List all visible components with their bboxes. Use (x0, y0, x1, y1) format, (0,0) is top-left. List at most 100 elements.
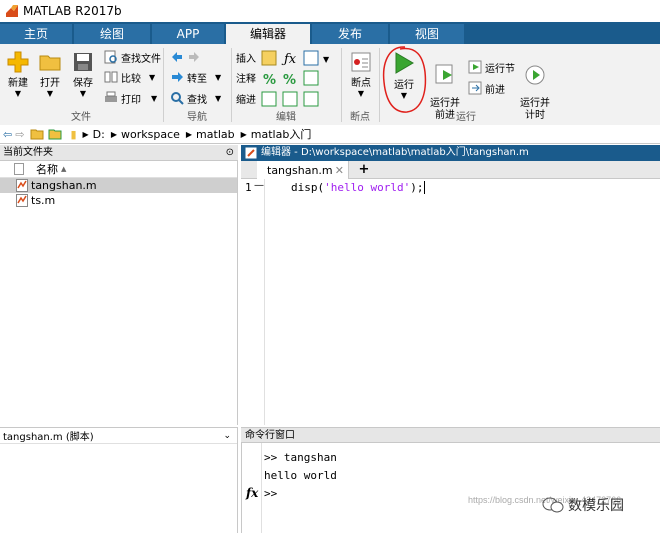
editor-tabs: tangshan.m ✕ + (241, 161, 660, 179)
tab-publish[interactable]: 发布 (312, 24, 388, 44)
indent-label: 缩进 (236, 91, 256, 106)
indent-button[interactable]: 缩进 (236, 89, 256, 107)
insert-button[interactable]: 插入 (236, 48, 256, 66)
details-header[interactable]: tangshan.m (脚本) ⌄ (0, 428, 237, 444)
arrow-left-icon (170, 50, 184, 64)
advance-label: 前进 (485, 81, 505, 96)
run-section-icon (468, 60, 482, 74)
advance-icon (468, 81, 482, 95)
file-list-header[interactable]: 名称 ▲ (0, 161, 237, 178)
code-string: 'hello world' (324, 181, 410, 194)
line-marker[interactable]: — (254, 180, 264, 191)
percent-icon: % (263, 73, 276, 88)
tab-home[interactable]: 主页 (0, 24, 72, 44)
run-advance-icon (433, 62, 457, 86)
folder-small-icon: ▮ (70, 128, 76, 141)
browse-folder-icon[interactable] (48, 128, 62, 140)
list-item[interactable]: ts.m (0, 193, 237, 208)
code-end: ); (410, 181, 423, 194)
command-window-title: 命令行窗口 (245, 430, 295, 441)
breakpoints-label: 断点 (346, 74, 376, 89)
goto-label: 转至 (187, 70, 207, 85)
group-label-edit: 编辑 (232, 111, 340, 125)
address-bar: ⇦ ⇨ ▮ ▶ D: ▶ workspace ▶ matlab ▶ matlab… (0, 125, 660, 144)
find-label: 查找 (187, 91, 207, 106)
compare-button[interactable]: 比较 ▼ (104, 68, 155, 86)
goto-button[interactable]: 转至 ▼ (170, 68, 221, 86)
column-name: 名称 (36, 161, 58, 177)
tab-view[interactable]: 视图 (390, 24, 464, 44)
fx-icon[interactable]: fx (246, 486, 258, 500)
editor-pen-icon (245, 147, 257, 159)
panel-menu-icon[interactable]: ⊙ (226, 145, 234, 161)
code-line[interactable]: disp('hello world'); (291, 181, 425, 194)
comment-button[interactable]: 注释 (236, 68, 256, 86)
find-button[interactable]: 查找 ▼ (170, 89, 221, 107)
path-part[interactable]: matlab (196, 128, 235, 141)
editor-tab-label: tangshan.m (267, 164, 333, 177)
find-files-icon (104, 50, 118, 64)
open-label: 打开 (36, 74, 64, 89)
tab-tangshan[interactable]: tangshan.m ✕ (257, 161, 349, 179)
details-title: tangshan.m (脚本) (3, 428, 94, 443)
path-separator-icon: ▶ (241, 130, 247, 139)
nav-back-forward[interactable] (170, 48, 204, 66)
group-label-run: 运行 (380, 111, 552, 125)
folder-icon (38, 50, 62, 74)
path-part[interactable]: D: (93, 128, 105, 141)
path-part[interactable]: workspace (121, 128, 180, 141)
line-gutter: 1 — (241, 179, 265, 425)
compare-icon (104, 70, 118, 84)
details-panel: tangshan.m (脚本) ⌄ (0, 427, 238, 533)
insert-label: 插入 (236, 50, 256, 65)
current-folder-header: 当前文件夹 ⊙ (0, 145, 238, 161)
run-time-icon (523, 62, 547, 86)
new-button[interactable]: 新建 ▼ (4, 50, 32, 98)
breakpoints-button[interactable]: 断点 ▼ (346, 50, 376, 98)
chevron-down-icon[interactable]: ⌄ (223, 431, 231, 441)
current-folder-title: 当前文件夹 (3, 147, 53, 158)
save-button[interactable]: 保存 ▼ (68, 50, 98, 98)
new-tab-button[interactable]: + (351, 162, 377, 178)
tab-plots[interactable]: 绘图 (74, 24, 150, 44)
matlab-logo-icon (6, 5, 18, 17)
open-button[interactable]: 打开 ▼ (36, 50, 64, 98)
path-separator-icon: ▶ (186, 130, 192, 139)
up-folder-icon[interactable] (30, 128, 44, 140)
fx-icon: ƒx (281, 52, 297, 67)
edit-tools-icons[interactable]: ƒx ▼ % % (260, 49, 332, 109)
editor-area[interactable] (241, 179, 660, 425)
path-separator-icon: ▶ (83, 130, 89, 139)
list-item[interactable]: tangshan.m (0, 178, 237, 193)
advance-button[interactable]: 前进 (468, 79, 505, 97)
arrow-left-icon[interactable]: ⇦ (3, 128, 12, 141)
run-section-label: 运行节 (485, 60, 515, 75)
command-prompt[interactable]: >> (264, 487, 277, 500)
tab-editor[interactable]: 编辑器 (226, 24, 310, 45)
window-title: MATLAB R2017b (23, 4, 122, 18)
arrow-right-icon (187, 50, 201, 64)
save-disk-icon (71, 50, 95, 74)
code-function: disp( (291, 181, 324, 194)
find-files-button[interactable]: 查找文件 (104, 48, 161, 66)
compare-label: 比较 (121, 70, 141, 85)
run-section-button[interactable]: 运行节 (468, 58, 515, 76)
text-cursor (424, 181, 425, 194)
sort-asc-icon: ▲ (61, 165, 66, 173)
close-icon[interactable]: ✕ (335, 164, 344, 177)
command-window[interactable]: >> tangshan hello world fx >> https://bl… (241, 443, 660, 533)
group-label-breakpoints: 断点 (342, 111, 378, 125)
path-part[interactable]: matlab入门 (251, 126, 312, 142)
print-label: 打印 (121, 91, 141, 106)
tab-apps[interactable]: APP (152, 24, 224, 44)
save-label: 保存 (68, 74, 98, 89)
search-icon (170, 91, 184, 105)
print-button[interactable]: 打印 ▼ (104, 89, 157, 107)
editor-title: 编辑器 - D:\workspace\matlab\matlab入门\tangs… (261, 147, 529, 158)
command-output: hello world (264, 469, 337, 482)
printer-icon (104, 91, 118, 105)
line-number: 1 (245, 181, 252, 194)
arrow-right-icon[interactable]: ⇨ (15, 128, 24, 141)
ribbon-tab-strip: 主页 绘图 APP 编辑器 发布 视图 (0, 22, 660, 44)
file-list: 名称 ▲ tangshan.m ts.m (0, 161, 238, 425)
